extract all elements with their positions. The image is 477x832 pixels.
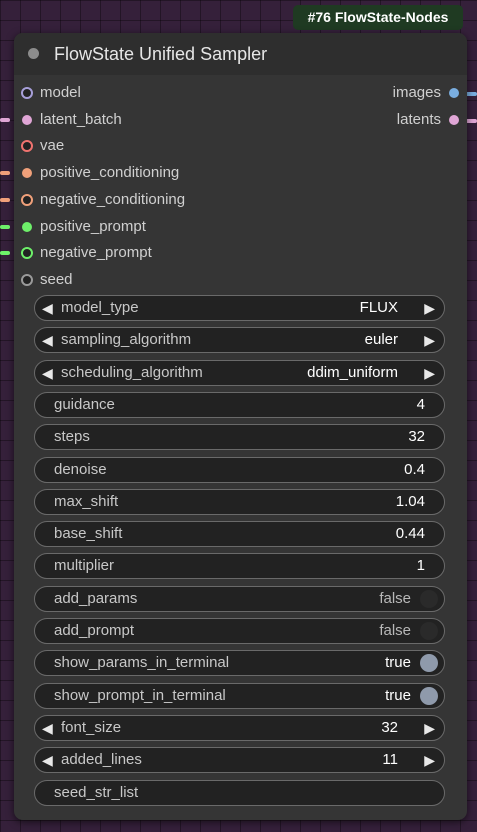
node-title-bar[interactable]: FlowState Unified Sampler	[14, 33, 467, 75]
input-slot-vae[interactable]: vae	[14, 134, 467, 158]
arrow-right-icon[interactable]: ▶	[424, 716, 435, 740]
input-label: positive_conditioning	[40, 164, 180, 182]
widget-label: added_lines	[61, 751, 142, 769]
output-slot-latents[interactable]: latents	[267, 108, 467, 132]
node-id-badge: #76 FlowState-Nodes	[293, 5, 463, 30]
max-shift-widget[interactable]: max_shift 1.04	[34, 488, 445, 515]
widget-value: false	[379, 589, 411, 607]
widget-label: seed_str_list	[54, 783, 139, 801]
toggle-knob-icon[interactable]	[420, 654, 438, 673]
widget-value: euler	[364, 331, 398, 349]
input-connector-icon[interactable]	[21, 247, 33, 260]
widget-value: 1	[416, 557, 425, 575]
widget-label: model_type	[61, 299, 139, 316]
input-slot-negative-conditioning[interactable]: negative_conditioning	[14, 188, 467, 212]
widget-label: show_prompt_in_terminal	[54, 686, 226, 704]
widget-value: 0.4	[404, 460, 425, 478]
widget-value: true	[385, 654, 411, 672]
widget-value: false	[379, 622, 411, 639]
widget-label: add_prompt	[54, 622, 135, 639]
collapse-dot-icon[interactable]	[28, 48, 39, 59]
multiplier-widget[interactable]: multiplier 1	[34, 553, 445, 580]
input-wire	[0, 197, 10, 202]
widget-label: font_size	[61, 718, 122, 736]
widget-value: 11	[382, 751, 398, 769]
widget-value: 0.44	[395, 525, 425, 543]
add-prompt-widget[interactable]: add_prompt false	[34, 618, 445, 644]
input-label: vae	[40, 137, 65, 155]
widget-value: 1.04	[395, 492, 425, 510]
node-title: FlowState Unified Sampler	[54, 44, 268, 64]
input-slot-seed[interactable]: seed	[14, 268, 467, 292]
widget-label: show_params_in_terminal	[54, 654, 230, 672]
seed-str-list-widget[interactable]: seed_str_list	[34, 779, 445, 806]
input-connector-icon[interactable]	[22, 221, 32, 232]
arrow-right-icon[interactable]: ▶	[424, 361, 435, 385]
input-wire	[0, 171, 10, 176]
widget-value: 32	[381, 718, 398, 736]
scheduling-algorithm-widget[interactable]: ◀ scheduling_algorithm ddim_uniform ▶	[34, 359, 445, 386]
output-slot-images[interactable]: images	[267, 81, 467, 105]
widget-label: base_shift	[54, 525, 123, 543]
input-connector-icon[interactable]	[21, 273, 33, 286]
output-label: latents	[396, 110, 441, 128]
input-connector-icon[interactable]	[21, 140, 33, 153]
input-label: seed	[40, 270, 73, 288]
arrow-left-icon[interactable]: ◀	[42, 361, 53, 385]
output-connector-icon[interactable]	[449, 88, 459, 98]
input-wire	[0, 251, 10, 256]
widget-label: steps	[54, 428, 90, 446]
widget-value: FLUX	[359, 299, 398, 316]
input-slot-positive-conditioning[interactable]: positive_conditioning	[14, 161, 467, 185]
show-prompt-in-terminal-widget[interactable]: show_prompt_in_terminal true	[34, 682, 445, 709]
toggle-knob-icon[interactable]	[420, 622, 438, 640]
output-connector-icon[interactable]	[449, 114, 459, 125]
output-label: images	[392, 84, 441, 101]
input-connector-icon[interactable]	[22, 168, 32, 179]
show-params-in-terminal-widget[interactable]: show_params_in_terminal true	[34, 650, 445, 677]
widget-label: add_params	[54, 589, 138, 607]
model-type-widget[interactable]: ◀ model_type FLUX ▶	[34, 295, 445, 321]
widget-label: max_shift	[54, 492, 119, 510]
widget-value: 32	[408, 428, 425, 446]
widget-value: ddim_uniform	[307, 363, 398, 381]
input-slot-negative-prompt[interactable]: negative_prompt	[14, 241, 467, 265]
sampling-algorithm-widget[interactable]: ◀ sampling_algorithm euler ▶	[34, 327, 445, 354]
arrow-right-icon[interactable]: ▶	[424, 748, 435, 772]
font-size-widget[interactable]: ◀ font_size 32 ▶	[34, 714, 445, 741]
widget-label: guidance	[54, 395, 115, 413]
arrow-left-icon[interactable]: ◀	[42, 296, 53, 320]
input-slot-positive-prompt[interactable]: positive_prompt	[14, 215, 467, 239]
widget-label: sampling_algorithm	[61, 331, 192, 349]
arrow-left-icon[interactable]: ◀	[42, 748, 53, 772]
base-shift-widget[interactable]: base_shift 0.44	[34, 521, 445, 548]
input-label: latent_batch	[40, 110, 122, 128]
toggle-knob-icon[interactable]	[420, 686, 438, 705]
input-label: negative_prompt	[40, 244, 152, 262]
guidance-widget[interactable]: guidance 4	[34, 391, 445, 418]
input-connector-icon[interactable]	[22, 114, 32, 125]
arrow-left-icon[interactable]: ◀	[42, 328, 53, 352]
widget-label: scheduling_algorithm	[61, 363, 203, 381]
steps-widget[interactable]: steps 32	[34, 424, 445, 451]
denoise-widget[interactable]: denoise 0.4	[34, 456, 445, 483]
sampler-node[interactable]: FlowState Unified Sampler model latent_ba…	[14, 33, 467, 820]
arrow-left-icon[interactable]: ◀	[42, 716, 53, 740]
toggle-knob-icon[interactable]	[420, 589, 438, 608]
input-connector-icon[interactable]	[21, 87, 33, 99]
input-wire	[0, 117, 10, 122]
widget-label: denoise	[54, 460, 107, 478]
arrow-right-icon[interactable]: ▶	[424, 328, 435, 352]
arrow-right-icon[interactable]: ▶	[424, 296, 435, 320]
added-lines-widget[interactable]: ◀ added_lines 11 ▶	[34, 747, 445, 774]
widget-value: 4	[416, 395, 425, 413]
input-label: negative_conditioning	[40, 190, 186, 208]
widget-value: true	[385, 686, 411, 704]
input-wire	[0, 224, 10, 229]
input-label: positive_prompt	[40, 217, 146, 235]
input-connector-icon[interactable]	[21, 193, 33, 206]
widget-label: multiplier	[54, 557, 115, 575]
add-params-widget[interactable]: add_params false	[34, 585, 445, 612]
input-label: model	[40, 84, 81, 101]
